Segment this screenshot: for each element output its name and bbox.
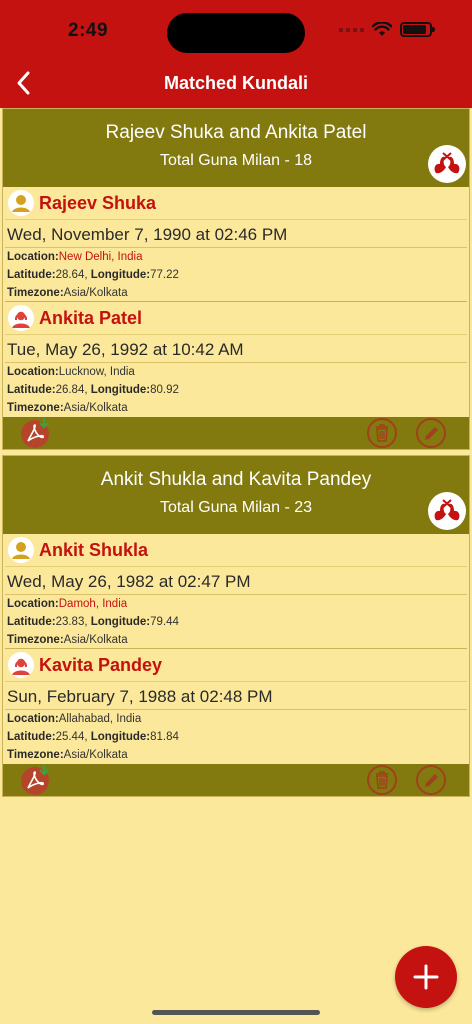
page-title: Matched Kundali bbox=[163, 73, 308, 93]
plus-icon bbox=[413, 964, 439, 990]
top-bar: 2:49 Matched Kundali bbox=[0, 0, 472, 108]
trash-icon bbox=[367, 418, 397, 448]
pencil-icon bbox=[416, 418, 446, 448]
timezone-row: Timezone:Asia/Kolkata bbox=[7, 402, 128, 414]
card-actions bbox=[3, 417, 469, 449]
coordinates-row: Latitude:28.64, Longitude:77.22 bbox=[7, 269, 179, 281]
pdf-download-button[interactable] bbox=[19, 764, 53, 796]
match-title: Ankit Shukla and Kavita Pandey bbox=[100, 469, 372, 490]
pdf-download-button[interactable] bbox=[19, 417, 53, 449]
timezone-row: Timezone:Asia/Kolkata bbox=[7, 749, 128, 761]
match-card[interactable]: Rajeev Shuka and Ankita Patel Total Guna… bbox=[2, 108, 470, 450]
trash-icon bbox=[367, 765, 397, 795]
coordinates-row: Latitude:23.83, Longitude:79.44 bbox=[7, 616, 179, 628]
birth-datetime: Wed, November 7, 1990 at 02:46 PM bbox=[5, 219, 467, 248]
coordinates-row: Latitude:25.44, Longitude:81.84 bbox=[7, 731, 179, 743]
battery-icon bbox=[400, 22, 435, 37]
person-name: Kavita Pandey bbox=[39, 654, 163, 675]
guna-milan-score: Total Guna Milan - 23 bbox=[159, 499, 313, 516]
birth-datetime: Sun, February 7, 1988 at 02:48 PM bbox=[5, 681, 467, 710]
cellular-signal-icon bbox=[339, 27, 364, 32]
status-time: 2:49 bbox=[68, 20, 109, 41]
pencil-icon bbox=[416, 765, 446, 795]
birth-datetime: Tue, May 26, 1992 at 10:42 AM bbox=[5, 334, 467, 363]
male-avatar-icon bbox=[8, 190, 34, 216]
person-name: Ankit Shukla bbox=[39, 539, 149, 560]
swans-match-icon[interactable] bbox=[428, 145, 466, 183]
birth-datetime: Wed, May 26, 1982 at 02:47 PM bbox=[5, 566, 467, 595]
location-row: Location:Allahabad, India bbox=[7, 713, 142, 725]
male-avatar-icon bbox=[8, 537, 34, 563]
girl-details: Ankita Patel Tue, May 26, 1992 at 10:42 … bbox=[3, 302, 469, 417]
home-indicator[interactable] bbox=[152, 1010, 320, 1015]
match-card-header: Ankit Shukla and Kavita Pandey Total Gun… bbox=[3, 456, 469, 534]
swans-match-icon[interactable] bbox=[428, 492, 466, 530]
edit-button[interactable] bbox=[415, 418, 447, 448]
add-match-button[interactable] bbox=[395, 946, 457, 1008]
location-row: Location:Damoh, India bbox=[7, 598, 128, 610]
person-name: Ankita Patel bbox=[39, 307, 143, 328]
pdf-download-icon bbox=[21, 418, 49, 448]
timezone-row: Timezone:Asia/Kolkata bbox=[5, 284, 467, 302]
location-row: Location:New Delhi, India bbox=[7, 251, 143, 263]
coordinates-row: Latitude:26.84, Longitude:80.92 bbox=[7, 384, 179, 396]
location-row: Location:Lucknow, India bbox=[7, 366, 135, 378]
edit-button[interactable] bbox=[415, 765, 447, 795]
female-avatar-icon bbox=[8, 305, 34, 331]
delete-button[interactable] bbox=[366, 418, 398, 448]
card-actions bbox=[3, 764, 469, 796]
boy-details: Rajeev Shuka Wed, November 7, 1990 at 02… bbox=[3, 187, 469, 302]
match-card-header: Rajeev Shuka and Ankita Patel Total Guna… bbox=[3, 109, 469, 187]
match-title: Rajeev Shuka and Ankita Patel bbox=[105, 122, 367, 143]
dynamic-island bbox=[167, 13, 305, 53]
boy-details: Ankit Shukla Wed, May 26, 1982 at 02:47 … bbox=[3, 534, 469, 649]
status-icons bbox=[339, 22, 435, 37]
timezone-row: Timezone:Asia/Kolkata bbox=[5, 631, 467, 649]
girl-details: Kavita Pandey Sun, February 7, 1988 at 0… bbox=[3, 649, 469, 764]
guna-milan-score: Total Guna Milan - 18 bbox=[159, 152, 313, 169]
pdf-download-icon bbox=[21, 765, 49, 795]
female-avatar-icon bbox=[8, 652, 34, 678]
delete-button[interactable] bbox=[366, 765, 398, 795]
person-name: Rajeev Shuka bbox=[39, 192, 157, 213]
match-card[interactable]: Ankit Shukla and Kavita Pandey Total Gun… bbox=[2, 455, 470, 797]
wifi-icon bbox=[372, 22, 392, 36]
